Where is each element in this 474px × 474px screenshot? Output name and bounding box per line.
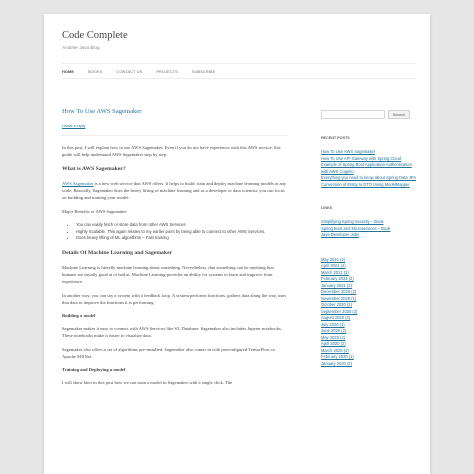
paragraph-ml-2: In another way, you can say a system wit… bbox=[62, 292, 287, 305]
nav-subscribe[interactable]: SUBSCRIBE bbox=[192, 69, 215, 74]
sidebar: Search RECENT POSTS How To Use AWS Sagem… bbox=[321, 110, 417, 385]
paragraph-building-2: Sagemaker also offers a set of algorithm… bbox=[62, 346, 276, 359]
links-list: Simplifying Spring Security – Book Sprin… bbox=[321, 219, 417, 239]
benefits-intro: Major Benefits of AWS Sagemaker bbox=[62, 209, 127, 214]
links-title: LINKS bbox=[321, 206, 333, 210]
nav-home[interactable]: HOME bbox=[62, 69, 74, 74]
aws-sagemaker-link[interactable]: AWS Sagemaker bbox=[62, 181, 93, 186]
paragraph-training: I will show later in this post how we ca… bbox=[62, 379, 233, 385]
post-content: How To Use AWS Sagemaker Leave a reply I… bbox=[62, 108, 288, 393]
heading-details: Details Of Machine Learning and Sagemake… bbox=[62, 249, 173, 256]
nav-projects[interactable]: PROJECTS bbox=[156, 69, 178, 74]
paragraph-ml: Machine Learning is literally machine le… bbox=[62, 264, 274, 284]
post-title[interactable]: How To Use AWS Sagemaker bbox=[62, 108, 288, 115]
recent-posts-list: How To Use AWS Sagemaker How To Use API … bbox=[321, 149, 417, 188]
paragraph-what: AWS Sagemaker is a new web service that … bbox=[62, 180, 288, 201]
nav-contact-us[interactable]: CONTACT US bbox=[116, 69, 142, 74]
site-title[interactable]: Code Complete bbox=[62, 30, 128, 41]
archives-list: May 2021 (2) April 2021 (4) March 2021 (… bbox=[321, 257, 417, 368]
archive-item[interactable]: January 2020 (2) bbox=[321, 361, 417, 368]
list-item: You can easily fetch or store data from … bbox=[76, 222, 288, 229]
recent-posts-title: RECENT POSTS bbox=[321, 136, 350, 140]
leave-reply-link[interactable]: Leave a reply bbox=[62, 123, 288, 128]
paragraph-what-text: is a new web service that AWS offers. It… bbox=[62, 181, 287, 200]
search-input[interactable] bbox=[321, 110, 385, 119]
paragraph-building: Sagemaker makes it easy to connect with … bbox=[62, 325, 282, 338]
heading-what-is-sagemaker: What is AWS Sagemaker? bbox=[62, 166, 126, 172]
recent-post-item[interactable]: Everything you need to know about Spring… bbox=[321, 175, 417, 182]
link-item[interactable]: Java Developer Jobs bbox=[321, 232, 417, 239]
search-button[interactable]: Search bbox=[388, 110, 410, 119]
benefits-list: You can easily fetch or store data from … bbox=[62, 222, 288, 242]
list-item: Does heavy lifting of ML algorithms – Fa… bbox=[76, 235, 288, 242]
recent-post-item[interactable]: Conversion of Entity to DTO Using ModelM… bbox=[321, 182, 417, 189]
list-item: Highly Scalable. This again relates to m… bbox=[76, 229, 288, 236]
heading-building: Building a model bbox=[62, 312, 96, 318]
divider bbox=[62, 135, 288, 136]
main-nav: HOME BOOKS CONTACT US PROJECTS SUBSCRIBE bbox=[62, 63, 416, 79]
search-widget: Search bbox=[321, 110, 417, 119]
page-container: Code Complete Another Java Blog HOME BOO… bbox=[44, 14, 430, 474]
post-intro: In this post, I will explain how to use … bbox=[62, 145, 281, 157]
recent-post-item[interactable]: Example of Spring Boot Application Authe… bbox=[321, 162, 417, 175]
nav-books[interactable]: BOOKS bbox=[88, 69, 102, 74]
heading-training: Training and Deploying a model bbox=[62, 366, 126, 372]
site-description: Another Java Blog bbox=[62, 45, 100, 50]
